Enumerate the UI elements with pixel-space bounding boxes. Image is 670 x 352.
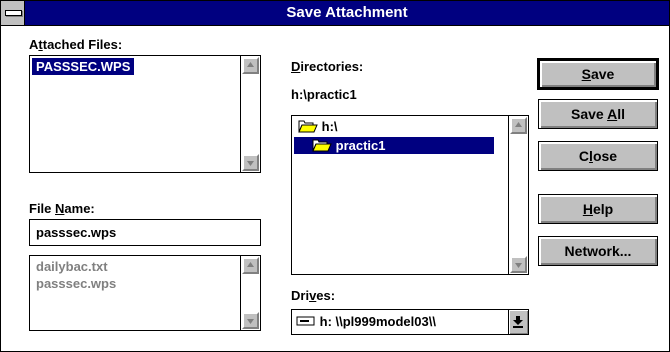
save-button[interactable]: Save — [537, 58, 659, 90]
dropdown-arrow-icon[interactable] — [508, 310, 528, 334]
directory-label: practic1 — [335, 138, 386, 153]
scroll-up-icon[interactable] — [510, 117, 527, 134]
close-button[interactable]: Close — [538, 141, 658, 171]
drives-value: h: \\pl999model03\\ — [319, 314, 436, 329]
network-drive-icon — [296, 311, 316, 335]
directory-item-root[interactable]: h:\ — [294, 118, 342, 135]
network-button[interactable]: Network... — [538, 236, 658, 266]
save-all-button[interactable]: Save All — [538, 99, 658, 129]
drives-label: Drives: — [291, 288, 336, 303]
drives-value-wrap: h: \\pl999model03\\ — [296, 310, 502, 335]
list-item[interactable]: PASSSEC.WPS — [32, 58, 135, 75]
attached-files-scrollbar[interactable] — [240, 56, 260, 172]
open-folder-icon — [298, 119, 318, 137]
scroll-up-icon[interactable] — [242, 57, 259, 74]
save-attachment-dialog: Save Attachment Attached Files: PASSSEC.… — [0, 0, 670, 352]
scroll-down-icon[interactable] — [510, 256, 527, 273]
file-name-label: File Name: — [29, 201, 95, 216]
attached-files-list[interactable]: PASSSEC.WPS — [29, 55, 261, 173]
directories-scrollbar[interactable] — [508, 116, 528, 274]
drives-select[interactable]: h: \\pl999model03\\ — [291, 309, 529, 335]
directories-label: Directories: — [291, 59, 364, 74]
file-name-list[interactable]: dailybac.txt passsec.wps — [29, 255, 261, 331]
list-item[interactable]: dailybac.txt — [32, 258, 112, 275]
attached-files-label: Attached Files: — [29, 37, 123, 52]
scroll-down-icon[interactable] — [242, 154, 259, 171]
scroll-up-icon[interactable] — [242, 257, 259, 274]
open-folder-icon — [312, 138, 332, 156]
file-name-input[interactable]: passsec.wps — [29, 219, 261, 246]
current-directory-path: h:\practic1 — [291, 87, 357, 102]
scroll-down-icon[interactable] — [242, 312, 259, 329]
title-bar: Save Attachment — [1, 1, 669, 26]
help-button[interactable]: Help — [538, 194, 658, 224]
dialog-title: Save Attachment — [286, 4, 408, 21]
directories-list[interactable]: h:\ practic1 — [291, 115, 529, 275]
system-menu-button[interactable] — [1, 1, 25, 25]
list-item[interactable]: passsec.wps — [32, 275, 120, 292]
system-menu-icon — [5, 10, 22, 16]
file-name-scrollbar[interactable] — [240, 256, 260, 330]
directory-label: h:\ — [321, 119, 338, 134]
directory-item-practic1[interactable]: practic1 — [294, 137, 494, 154]
